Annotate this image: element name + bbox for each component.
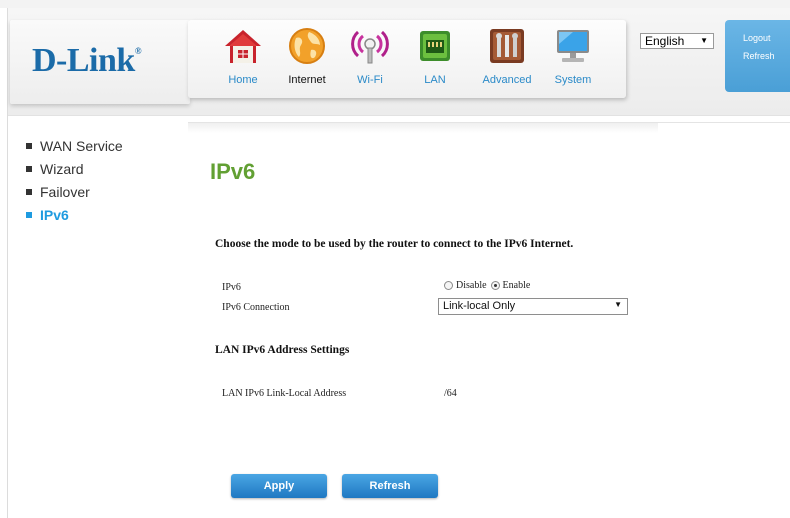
nav-wifi-label: Wi-Fi bbox=[357, 74, 383, 86]
sidebar-item-label: WAN Service bbox=[40, 137, 123, 154]
refresh-button[interactable]: Refresh bbox=[342, 474, 438, 498]
main-nav: Home Internet Wi-Fi LAN Advanced System bbox=[188, 20, 626, 98]
sidebar-item-wan-service[interactable]: WAN Service bbox=[26, 134, 123, 157]
sidebar: WAN Service Wizard Failover IPv6 bbox=[26, 134, 123, 226]
ipv6-radio-group: Disable Enable bbox=[444, 280, 530, 291]
enable-radio-label: Enable bbox=[502, 280, 531, 291]
logout-link[interactable]: Logout bbox=[743, 33, 771, 43]
apply-button[interactable]: Apply bbox=[231, 474, 327, 498]
enable-radio[interactable] bbox=[490, 281, 500, 290]
content-panel: IPv6 Choose the mode to be used by the r… bbox=[188, 122, 790, 518]
nav-home-label: Home bbox=[228, 74, 258, 86]
nav-system[interactable]: System bbox=[544, 26, 602, 88]
page-title: IPv6 bbox=[210, 159, 256, 184]
instruction-text: Choose the mode to be used by the router… bbox=[215, 238, 574, 250]
sidebar-item-wizard[interactable]: Wizard bbox=[26, 157, 123, 180]
globe-icon bbox=[289, 28, 325, 64]
refresh-link[interactable]: Refresh bbox=[743, 51, 775, 61]
nav-internet[interactable]: Internet bbox=[278, 26, 336, 88]
wifi-icon bbox=[351, 30, 389, 64]
nav-internet-label: Internet bbox=[288, 74, 326, 86]
lan-icon bbox=[420, 31, 450, 61]
bullet-icon bbox=[26, 188, 32, 195]
logo-panel: D-Link® bbox=[10, 20, 190, 104]
bullet-icon bbox=[26, 211, 32, 218]
chevron-down-icon: ▼ bbox=[614, 300, 622, 309]
link-local-address-label: LAN IPv6 Link-Local Address bbox=[222, 388, 347, 399]
nav-lan-label: LAN bbox=[424, 74, 446, 86]
nav-home[interactable]: Home bbox=[214, 26, 272, 88]
nav-advanced-label: Advanced bbox=[482, 74, 532, 86]
ipv6-connection-value: Link-local Only bbox=[443, 300, 516, 312]
lan-ipv6-section-title: LAN IPv6 Address Settings bbox=[215, 344, 350, 356]
nav-lan[interactable]: LAN bbox=[406, 26, 464, 88]
link-local-address-value: /64 bbox=[444, 388, 457, 399]
language-select[interactable]: English ▼ bbox=[640, 33, 714, 49]
sidebar-item-failover[interactable]: Failover bbox=[26, 180, 123, 203]
tools-icon bbox=[490, 29, 524, 63]
sidebar-item-label: IPv6 bbox=[40, 206, 69, 223]
ipv6-connection-label: IPv6 Connection bbox=[222, 302, 290, 313]
account-panel: Logout Refresh bbox=[725, 20, 790, 92]
sidebar-item-label: Wizard bbox=[40, 160, 84, 177]
top-strip bbox=[0, 0, 790, 8]
bullet-icon bbox=[26, 165, 32, 172]
ipv6-label: IPv6 bbox=[222, 282, 241, 293]
disable-radio-label: Disable bbox=[456, 280, 487, 291]
ipv6-connection-select[interactable]: Link-local Only ▼ bbox=[438, 298, 628, 315]
home-icon bbox=[225, 30, 261, 63]
language-value: English bbox=[645, 34, 685, 48]
sidebar-item-ipv6[interactable]: IPv6 bbox=[26, 203, 123, 226]
sidebar-item-label: Failover bbox=[40, 183, 90, 200]
disable-radio[interactable] bbox=[444, 281, 453, 290]
d-link-logo: D-Link® bbox=[32, 42, 142, 79]
monitor-icon bbox=[557, 30, 589, 62]
nav-advanced[interactable]: Advanced bbox=[478, 26, 536, 88]
chevron-down-icon: ▼ bbox=[700, 36, 708, 45]
bullet-icon bbox=[26, 142, 32, 149]
nav-wifi[interactable]: Wi-Fi bbox=[341, 26, 399, 88]
nav-system-label: System bbox=[554, 74, 592, 86]
